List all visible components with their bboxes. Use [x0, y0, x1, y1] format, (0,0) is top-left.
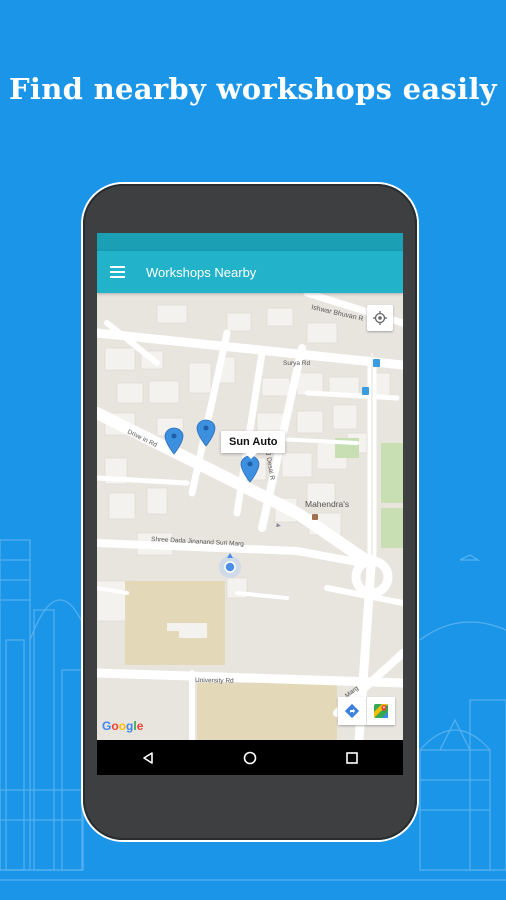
headline: Find nearby workshops easily — [9, 72, 497, 106]
google-logo: Google — [102, 719, 144, 733]
recents-button[interactable] — [322, 740, 382, 775]
map-view[interactable]: Ishwar Bhuvan R Surya Rd Drive in Rd NJ … — [97, 293, 403, 740]
status-bar — [97, 233, 403, 251]
directions-button[interactable] — [338, 697, 366, 725]
bus-stop-icon[interactable] — [362, 387, 369, 395]
phone-screen: Workshops Nearby Ishwar Bhuvan R Surya R… — [97, 233, 403, 775]
crosshair-icon — [373, 311, 387, 325]
bus-stop-icon[interactable] — [373, 359, 380, 367]
app-title: Workshops Nearby — [146, 264, 257, 280]
street-label: University Rd — [195, 677, 234, 685]
home-circle-icon — [243, 751, 257, 764]
google-maps-icon — [374, 704, 388, 718]
my-location-button[interactable] — [367, 305, 393, 331]
poi-label: Mahendra's — [305, 499, 349, 509]
home-button[interactable] — [220, 740, 280, 775]
back-button[interactable] — [118, 740, 178, 775]
marker-info-window[interactable]: Sun Auto — [221, 431, 286, 459]
map-toolbar — [338, 697, 395, 725]
recents-square-icon — [346, 751, 358, 764]
menu-icon[interactable] — [110, 266, 125, 278]
back-triangle-icon — [143, 751, 153, 764]
open-in-maps-button[interactable] — [366, 697, 395, 725]
street-label: Surya Rd — [283, 360, 310, 367]
directions-icon — [344, 703, 360, 719]
app-bar: Workshops Nearby — [97, 251, 403, 293]
poi-icon — [312, 514, 318, 520]
android-nav-bar — [97, 740, 403, 775]
